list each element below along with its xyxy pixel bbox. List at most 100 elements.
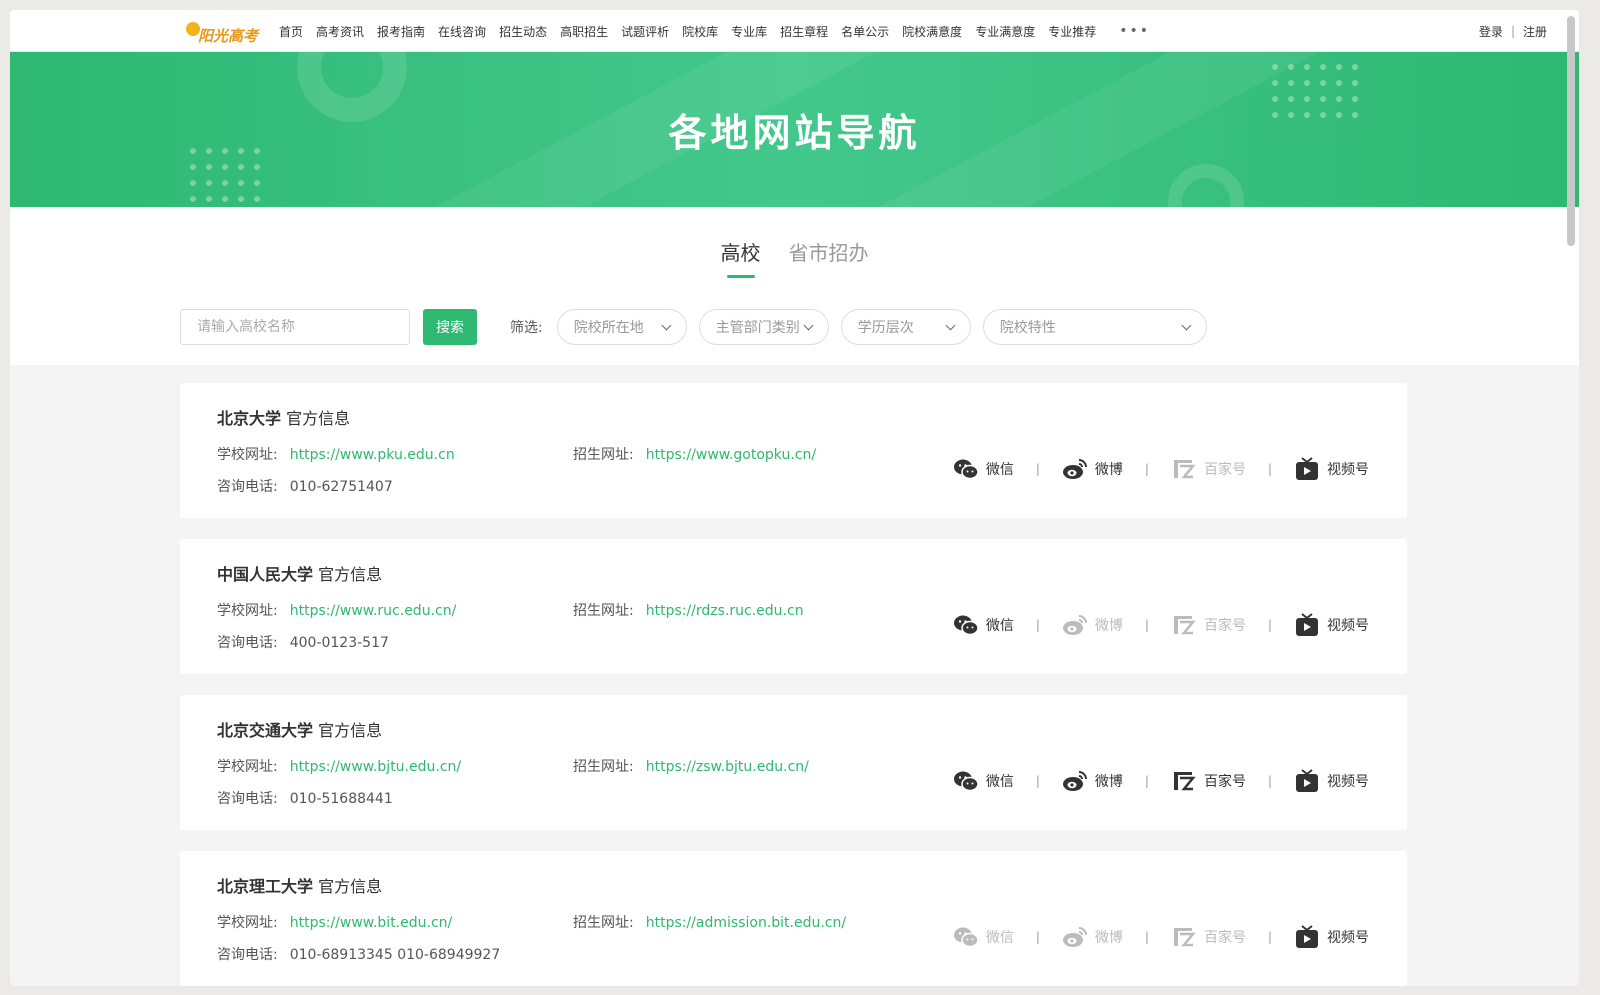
nav-item-guide[interactable]: 报考指南 bbox=[377, 23, 425, 40]
tab-colleges[interactable]: 高校 bbox=[721, 237, 761, 278]
wechat-label: 微信 bbox=[985, 774, 1014, 790]
school-card: 中国人民大学 官方信息 学校网址: https://www.ruc.edu.cn/… bbox=[180, 539, 1407, 674]
register-link[interactable]: 注册 bbox=[1523, 23, 1547, 40]
video-channel-icon bbox=[1296, 457, 1318, 480]
nav-item-major-recommend[interactable]: 专业推荐 bbox=[1048, 23, 1096, 40]
location-select[interactable]: 院校所在地 bbox=[556, 309, 687, 345]
admission-site-row: 招生网址: https://www.gotopku.cn/ bbox=[573, 444, 816, 464]
search-button[interactable]: 搜索 bbox=[423, 309, 477, 345]
more-menu-icon[interactable]: ••• bbox=[1119, 23, 1150, 39]
tab-provincial-offices[interactable]: 省市招办 bbox=[789, 237, 869, 276]
school-site-label: 学校网址: bbox=[217, 759, 278, 775]
video-channel-link[interactable]: 视频号 bbox=[1294, 613, 1369, 637]
admission-site-link[interactable]: https://www.gotopku.cn/ bbox=[646, 447, 816, 463]
baijia-link[interactable]: 百家号 bbox=[1171, 769, 1246, 793]
weibo-icon bbox=[1062, 771, 1087, 791]
wechat-link[interactable]: 微信 bbox=[953, 925, 1014, 949]
baijia-icon bbox=[1173, 928, 1196, 947]
video-channel-label: 视频号 bbox=[1327, 618, 1369, 634]
social-links: 微信 | 微博 | 百家号 | 视频号 bbox=[953, 457, 1369, 481]
scrollbar[interactable] bbox=[1567, 16, 1575, 246]
school-title: 北京理工大学 官方信息 bbox=[217, 873, 382, 897]
phone-row: 咨询电话: 010-62751407 bbox=[217, 476, 393, 496]
nav-item-news[interactable]: 高考资讯 bbox=[316, 23, 364, 40]
school-site-row: 学校网址: https://www.ruc.edu.cn/ bbox=[217, 600, 456, 620]
weibo-icon bbox=[1062, 459, 1087, 479]
filter-bar: 搜索 筛选: 院校所在地 主管部门类别 学历层次 院校特性 bbox=[180, 309, 1207, 345]
school-name: 中国人民大学 bbox=[217, 565, 314, 584]
wechat-link[interactable]: 微信 bbox=[953, 613, 1014, 637]
phone-value: 400-0123-517 bbox=[289, 635, 389, 651]
school-site-row: 学校网址: https://www.pku.edu.cn bbox=[217, 444, 455, 464]
wechat-label: 微信 bbox=[985, 618, 1014, 634]
weibo-link[interactable]: 微博 bbox=[1062, 457, 1123, 481]
admission-site-label: 招生网址: bbox=[573, 759, 634, 775]
top-navigation: 阳光高考 首页 高考资讯 报考指南 在线咨询 招生动态 高职招生 试题评析 院校… bbox=[10, 10, 1579, 52]
admission-site-label: 招生网址: bbox=[573, 603, 634, 619]
nav-item-college-satisfaction[interactable]: 院校满意度 bbox=[902, 23, 962, 40]
college-feature-select[interactable]: 院校特性 bbox=[982, 309, 1207, 345]
school-site-link[interactable]: https://www.bjtu.edu.cn/ bbox=[290, 759, 461, 775]
site-logo[interactable]: 阳光高考 bbox=[180, 16, 258, 46]
page-title: 各地网站导航 bbox=[668, 111, 921, 155]
nav-item-charters[interactable]: 招生章程 bbox=[780, 23, 828, 40]
social-separator: | bbox=[1035, 774, 1040, 788]
video-channel-icon bbox=[1296, 925, 1318, 948]
chevron-down-icon bbox=[661, 320, 672, 330]
login-link[interactable]: 登录 bbox=[1479, 23, 1503, 40]
chevron-down-icon bbox=[945, 320, 956, 330]
school-title: 中国人民大学 官方信息 bbox=[217, 561, 382, 585]
weibo-link[interactable]: 微博 bbox=[1062, 613, 1123, 637]
college-search-input[interactable] bbox=[180, 309, 410, 345]
admission-site-link[interactable]: https://zsw.bjtu.edu.cn/ bbox=[646, 759, 809, 775]
school-site-link[interactable]: https://www.pku.edu.cn bbox=[290, 447, 455, 463]
school-title: 北京大学 官方信息 bbox=[217, 405, 350, 429]
phone-label: 咨询电话: bbox=[217, 947, 278, 963]
weibo-label: 微博 bbox=[1094, 930, 1123, 946]
video-channel-link[interactable]: 视频号 bbox=[1294, 457, 1369, 481]
baijia-icon bbox=[1173, 616, 1196, 635]
official-info-label: 官方信息 bbox=[286, 409, 351, 428]
banner-ring bbox=[1168, 164, 1244, 207]
social-separator: | bbox=[1144, 618, 1149, 632]
video-channel-link[interactable]: 视频号 bbox=[1294, 769, 1369, 793]
school-title: 北京交通大学 官方信息 bbox=[217, 717, 382, 741]
baijia-label: 百家号 bbox=[1203, 930, 1246, 946]
nav-item-exam-review[interactable]: 试题评析 bbox=[621, 23, 669, 40]
baijia-icon bbox=[1173, 460, 1196, 479]
phone-row: 咨询电话: 400-0123-517 bbox=[217, 632, 389, 652]
education-level-select[interactable]: 学历层次 bbox=[840, 309, 971, 345]
video-channel-icon bbox=[1296, 613, 1318, 636]
nav-item-home[interactable]: 首页 bbox=[279, 23, 303, 40]
phone-row: 咨询电话: 010-68913345 010-68949927 bbox=[217, 944, 500, 964]
admission-site-link[interactable]: https://admission.bit.edu.cn/ bbox=[646, 915, 846, 931]
school-site-link[interactable]: https://www.ruc.edu.cn/ bbox=[290, 603, 457, 619]
department-select[interactable]: 主管部门类别 bbox=[698, 309, 829, 345]
nav-item-updates[interactable]: 招生动态 bbox=[499, 23, 547, 40]
baijia-link[interactable]: 百家号 bbox=[1171, 457, 1246, 481]
chevron-down-icon bbox=[1181, 320, 1192, 330]
nav-item-major-satisfaction[interactable]: 专业满意度 bbox=[975, 23, 1035, 40]
video-channel-link[interactable]: 视频号 bbox=[1294, 925, 1369, 949]
school-site-row: 学校网址: https://www.bit.edu.cn/ bbox=[217, 912, 452, 932]
wechat-link[interactable]: 微信 bbox=[953, 769, 1014, 793]
weibo-link[interactable]: 微博 bbox=[1062, 769, 1123, 793]
school-site-link[interactable]: https://www.bit.edu.cn/ bbox=[290, 915, 453, 931]
nav-item-vocational[interactable]: 高职招生 bbox=[560, 23, 608, 40]
school-name: 北京交通大学 bbox=[217, 721, 314, 740]
baijia-link[interactable]: 百家号 bbox=[1171, 613, 1246, 637]
admission-site-link[interactable]: https://rdzs.ruc.edu.cn bbox=[646, 603, 804, 619]
baijia-link[interactable]: 百家号 bbox=[1171, 925, 1246, 949]
video-channel-label: 视频号 bbox=[1327, 930, 1369, 946]
nav-item-colleges[interactable]: 院校库 bbox=[682, 23, 718, 40]
weibo-icon bbox=[1062, 927, 1087, 947]
wechat-link[interactable]: 微信 bbox=[953, 457, 1014, 481]
nav-menu: 首页 高考资讯 报考指南 在线咨询 招生动态 高职招生 试题评析 院校库 专业库… bbox=[279, 10, 1150, 52]
nav-item-majors[interactable]: 专业库 bbox=[731, 23, 767, 40]
auth-links: 登录 | 注册 bbox=[1479, 10, 1547, 52]
nav-item-lists[interactable]: 名单公示 bbox=[841, 23, 889, 40]
phone-row: 咨询电话: 010-51688441 bbox=[217, 788, 393, 808]
weibo-link[interactable]: 微博 bbox=[1062, 925, 1123, 949]
social-separator: | bbox=[1267, 774, 1272, 788]
nav-item-consult[interactable]: 在线咨询 bbox=[438, 23, 486, 40]
